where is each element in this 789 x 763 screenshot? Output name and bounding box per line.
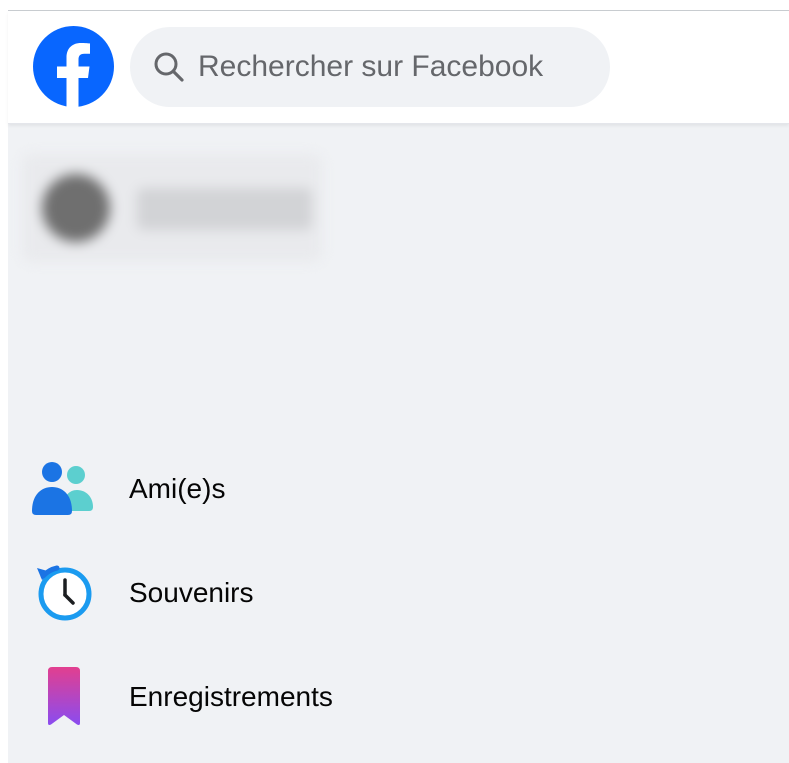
- search-icon: [152, 50, 186, 84]
- sidebar-item-label: Enregistrements: [129, 681, 333, 712]
- facebook-window: Ami(e)s Souvenirs: [0, 0, 789, 763]
- memories-clock-icon: [28, 557, 100, 629]
- sidebar-item-friends[interactable]: Ami(e)s: [24, 444, 494, 534]
- facebook-logo-icon[interactable]: [33, 26, 114, 107]
- sidebar-item-label: Souvenirs: [129, 577, 254, 608]
- sidebar-item-label: Ami(e)s: [129, 473, 226, 504]
- profile-name-redacted: [137, 188, 312, 230]
- sidebar-item-saved[interactable]: Enregistrements: [24, 652, 494, 742]
- saved-bookmark-icon: [28, 661, 100, 733]
- search-input[interactable]: [198, 42, 578, 92]
- friends-icon: [28, 453, 100, 525]
- left-sidebar: Ami(e)s Souvenirs Enregistrements: [8, 124, 789, 763]
- top-header: [8, 11, 789, 124]
- sidebar-item-memories[interactable]: Souvenirs: [24, 548, 494, 638]
- search-bar[interactable]: [130, 27, 610, 107]
- avatar: [42, 174, 110, 242]
- profile-shortcut-blurred[interactable]: [22, 154, 322, 262]
